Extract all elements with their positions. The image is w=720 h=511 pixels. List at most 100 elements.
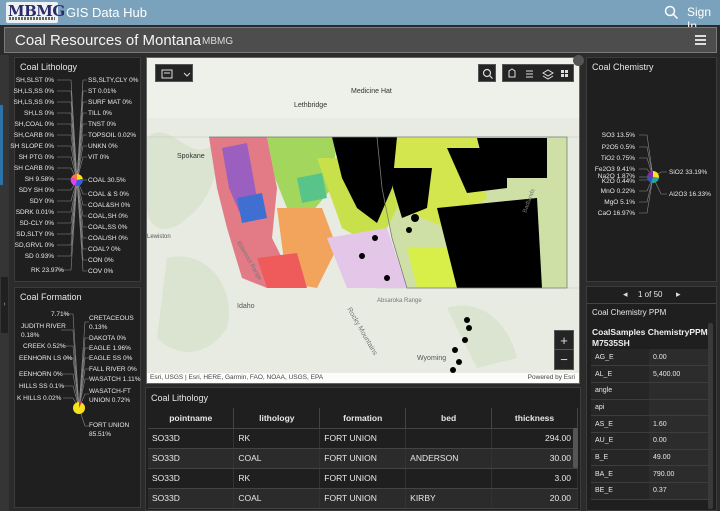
table-cell: ANDERSON bbox=[405, 448, 493, 469]
column-header[interactable]: thickness bbox=[491, 408, 578, 429]
formation-label: EAGLE 1.96% bbox=[89, 345, 131, 352]
lithology-label: SH,CARB 0% bbox=[13, 132, 54, 139]
place-label: Lewiston bbox=[147, 234, 171, 240]
powered-by-esri[interactable]: Powered by Esri bbox=[528, 373, 575, 383]
column-header[interactable]: bed bbox=[405, 408, 493, 429]
coal-map[interactable]: Medicine Hat Lethbridge Spokane Idaho Wy… bbox=[146, 57, 580, 384]
field-name: AS_E bbox=[591, 415, 649, 433]
field-name: AG_E bbox=[591, 349, 649, 367]
dashboard-title-bar: Coal Resources of Montana MBMG bbox=[4, 27, 717, 53]
table-row[interactable]: SO33D RK FORT UNION 3.00 bbox=[148, 468, 578, 489]
table-cell: FORT UNION bbox=[319, 428, 407, 449]
lithology-label: UNKN 0% bbox=[88, 143, 118, 150]
search-icon[interactable] bbox=[664, 5, 679, 20]
side-panel-strip: › bbox=[0, 55, 9, 511]
zoom-in-button[interactable]: + bbox=[555, 331, 573, 350]
field-row: BE_E 0.37 bbox=[591, 482, 708, 500]
field-name: AU_E bbox=[591, 432, 649, 450]
table-cell: KIRBY bbox=[405, 488, 493, 509]
chemistry-label: Fe2O3 9.41% bbox=[594, 166, 635, 173]
chemistry-label: MgO 5.1% bbox=[604, 199, 635, 206]
next-record-button[interactable]: ▸ bbox=[676, 289, 681, 300]
lithology-label: COV 0% bbox=[88, 268, 114, 275]
lithology-label: ST 0.01% bbox=[88, 88, 117, 95]
ppm-field-list: AG_E 0.00 AL_E 5,400.00 angle api AS_E 1.60… bbox=[591, 349, 708, 509]
place-label: Spokane bbox=[177, 153, 205, 160]
map-search-button[interactable] bbox=[478, 64, 496, 82]
lithology-table-panel: Coal Lithology pointname lithology forma… bbox=[145, 387, 581, 511]
place-label: Idaho bbox=[237, 303, 255, 310]
expand-icon[interactable] bbox=[573, 55, 584, 66]
lithology-label: SDY SH 0% bbox=[18, 187, 54, 194]
lithology-label: COAL 30.5% bbox=[88, 177, 126, 184]
previous-record-button[interactable]: ◂ bbox=[623, 289, 628, 300]
app-title[interactable]: GIS Data Hub bbox=[66, 5, 147, 20]
field-row: B_E 49.00 bbox=[591, 449, 708, 467]
lithology-label: SD,SLTY 0% bbox=[16, 231, 54, 238]
table-cell: COAL bbox=[233, 448, 321, 469]
table-cell: FORT UNION bbox=[319, 448, 407, 469]
formation-label: DAKOTA 0% bbox=[89, 335, 127, 342]
field-row: AU_E 0.00 bbox=[591, 432, 708, 450]
field-value: 0.00 bbox=[649, 432, 708, 450]
formation-label: HILLS SS 0.1% bbox=[19, 383, 65, 390]
field-name: BE_E bbox=[591, 482, 649, 500]
page-title: Coal Resources of Montana bbox=[15, 32, 201, 49]
table-cell: FORT UNION bbox=[319, 468, 407, 489]
column-header[interactable]: formation bbox=[319, 408, 407, 429]
column-header[interactable]: lithology bbox=[233, 408, 321, 429]
record-pager: ◂ 1 of 50 ▸ bbox=[587, 287, 716, 303]
menu-icon[interactable] bbox=[695, 35, 706, 45]
table-row[interactable]: SO33D RK FORT UNION 294.00 bbox=[148, 428, 578, 449]
place-label: Medicine Hat bbox=[351, 88, 392, 95]
formation-label: 7.71% bbox=[51, 311, 70, 318]
formation-label: WASATCH 1.11% bbox=[89, 376, 141, 383]
search-icon bbox=[482, 68, 493, 79]
basemap-icon bbox=[161, 69, 191, 79]
lithology-label: SH,LS,SS 0% bbox=[13, 88, 54, 95]
record-title: CoalSamples ChemistryPPM: M7535SH bbox=[592, 327, 711, 348]
formation-pie[interactable] bbox=[73, 401, 85, 414]
table-cell: 3.00 bbox=[491, 468, 578, 489]
zoom-out-button[interactable]: − bbox=[555, 350, 573, 369]
map-tool-icons[interactable] bbox=[503, 65, 575, 83]
chemistry-pie[interactable] bbox=[646, 171, 659, 184]
map-toolbar bbox=[502, 64, 574, 82]
column-header[interactable]: pointname bbox=[148, 408, 235, 429]
field-row: api bbox=[591, 399, 708, 417]
lithology-label: COAL,SS 0% bbox=[88, 224, 128, 231]
chemistry-label: SO3 13.5% bbox=[601, 132, 635, 139]
formation-label: EENHORN LS 0% bbox=[19, 355, 73, 362]
map-attribution: Esri, USGS | Esri, HERE, Garmin, FAO, NO… bbox=[147, 373, 579, 383]
zoom-controls: + − bbox=[554, 330, 574, 370]
table-header-row: pointname lithology formation bed thickn… bbox=[148, 408, 578, 429]
field-value: 49.00 bbox=[649, 449, 708, 467]
lithology-pie[interactable] bbox=[70, 173, 83, 187]
lithology-label: SH PTG 0% bbox=[18, 154, 54, 161]
lithology-chart-panel: Coal Lithology SH,SLST 0% SH,LS,SS 0% SH… bbox=[10, 57, 141, 282]
mbmg-logo[interactable]: MBMG bbox=[6, 2, 65, 23]
table-row[interactable]: SO33D COAL FORT UNION KIRBY 20.00 bbox=[148, 488, 578, 509]
lithology-table-title: Coal Lithology bbox=[151, 393, 209, 403]
ppm-scrollbar[interactable] bbox=[708, 323, 713, 509]
chemistry-label: TiO2 0.75% bbox=[600, 155, 635, 162]
table-row[interactable]: SO33D COAL FORT UNION ANDERSON 30.00 bbox=[148, 448, 578, 469]
table-cell: SO33D bbox=[148, 488, 235, 509]
lithology-label: SS,SLTY,CLY 0% bbox=[88, 77, 139, 84]
lithology-label: TNST 0% bbox=[88, 121, 117, 128]
pager-label: 1 of 50 bbox=[638, 290, 663, 299]
table-scrollbar[interactable] bbox=[573, 428, 578, 468]
field-row: AL_E 5,400.00 bbox=[591, 365, 708, 383]
chemistry-label: MnO 0.22% bbox=[600, 188, 635, 195]
chemistry-chart-panel: Coal Chemistry SO3 13.5% P2O5 0.5% TiO2 … bbox=[586, 57, 717, 282]
place-label: Lethbridge bbox=[294, 102, 328, 109]
lithology-label: SH,LS 0% bbox=[24, 110, 54, 117]
lithology-label: RK 23.97% bbox=[31, 267, 64, 274]
layer-list-dropdown[interactable] bbox=[155, 64, 193, 82]
formation-label: FORT UNION 85.51% bbox=[89, 422, 130, 438]
place-label: Wyoming bbox=[417, 355, 447, 362]
expand-side-panel-button[interactable]: › bbox=[1, 277, 8, 333]
lithology-label: TOPSOIL 0.02% bbox=[88, 132, 137, 139]
lithology-label: TILL 0% bbox=[88, 110, 112, 117]
formation-label: JUDITH RIVER 0.18% bbox=[21, 323, 66, 339]
